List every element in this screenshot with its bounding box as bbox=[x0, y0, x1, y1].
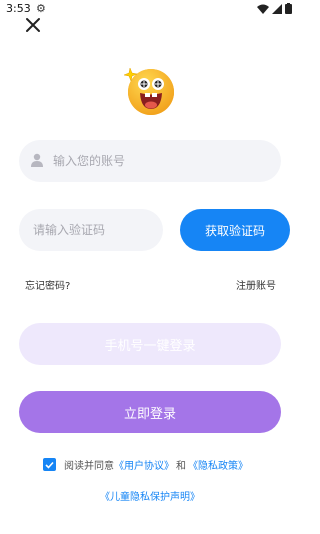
wifi-icon bbox=[257, 4, 269, 14]
user-agreement-link[interactable]: 《用户协议》 bbox=[114, 457, 174, 472]
check-icon bbox=[45, 461, 54, 469]
account-input[interactable] bbox=[53, 140, 273, 182]
register-link[interactable]: 注册账号 bbox=[236, 277, 276, 292]
battery-icon bbox=[285, 3, 292, 14]
login-button[interactable]: 立即登录 bbox=[19, 391, 281, 433]
signal-icon bbox=[272, 3, 282, 14]
verification-code-field[interactable] bbox=[19, 209, 163, 251]
privacy-policy-link[interactable]: 《隐私政策》 bbox=[188, 457, 248, 472]
agreement-row: 阅读并同意 《用户协议》 和 《隐私政策》 bbox=[43, 457, 248, 472]
user-icon bbox=[31, 153, 43, 167]
status-icons bbox=[257, 3, 292, 14]
child-privacy-link[interactable]: 《儿童隐私保护声明》 bbox=[0, 488, 300, 503]
verification-code-input[interactable] bbox=[33, 209, 159, 251]
account-field[interactable] bbox=[19, 140, 281, 182]
agreement-prefix: 阅读并同意 bbox=[64, 461, 114, 472]
phone-one-click-login-button[interactable]: 手机号一键登录 bbox=[19, 323, 281, 365]
status-bar: 3:53 ⚙ bbox=[0, 0, 300, 20]
mascot-logo bbox=[123, 63, 178, 117]
agreement-conjunction: 和 bbox=[176, 461, 186, 472]
close-icon bbox=[26, 18, 40, 32]
agreement-checkbox[interactable] bbox=[43, 458, 56, 471]
close-button[interactable] bbox=[22, 14, 44, 36]
get-code-button[interactable]: 获取验证码 bbox=[180, 209, 290, 251]
forgot-password-link[interactable]: 忘记密码? bbox=[25, 277, 70, 292]
